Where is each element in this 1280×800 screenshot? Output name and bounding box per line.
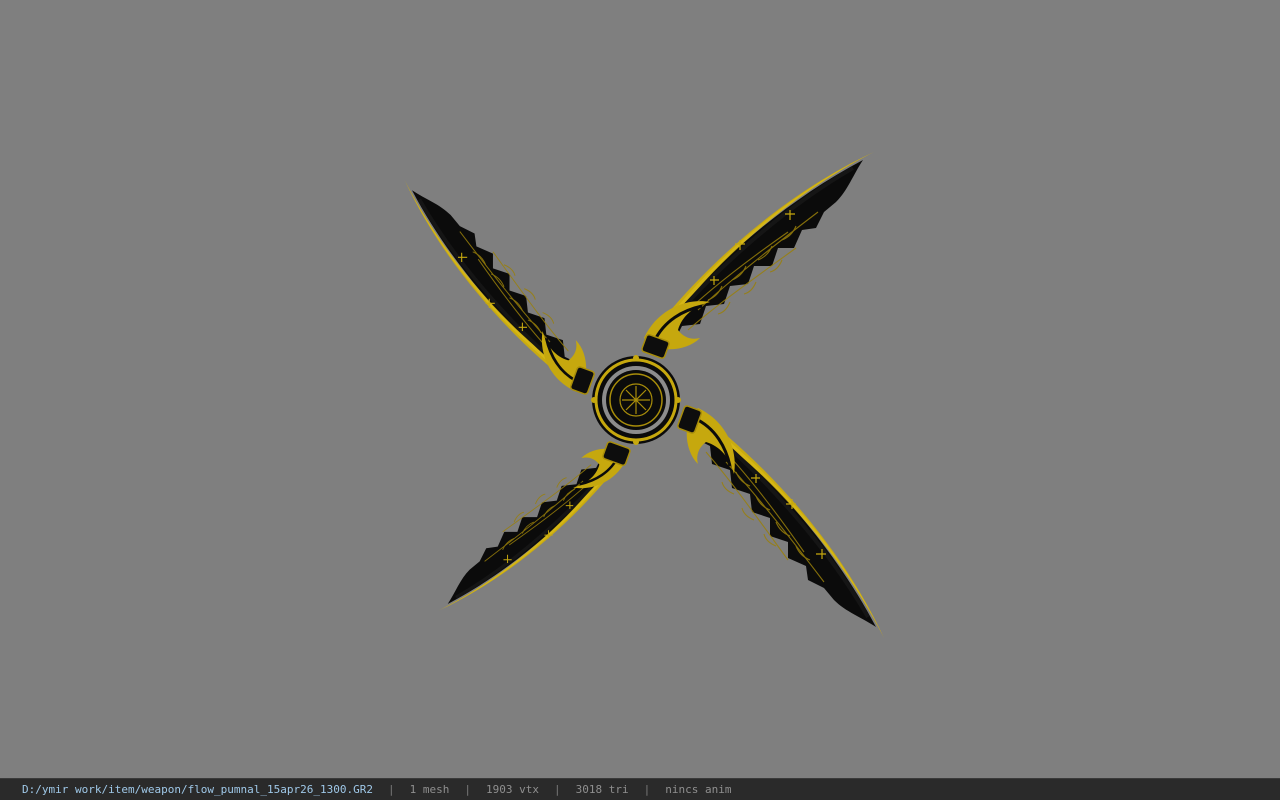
animation-status: nincs anim bbox=[665, 783, 732, 796]
separator: | bbox=[464, 783, 471, 796]
separator: | bbox=[553, 783, 561, 796]
status-bar: D:/ymir work/item/weapon/flow_pumnal_15a… bbox=[0, 778, 1280, 800]
triangle-count: 3018 tri bbox=[575, 783, 629, 796]
separator: | bbox=[388, 783, 395, 796]
vertex-count: 1903 vtx bbox=[486, 783, 539, 796]
3d-viewport[interactable] bbox=[0, 0, 1280, 778]
separator: | bbox=[643, 783, 651, 796]
mesh-count: 1 mesh bbox=[409, 783, 450, 796]
file-path: D:/ymir work/item/weapon/flow_pumnal_15a… bbox=[22, 783, 373, 796]
weapon-model-render bbox=[402, 150, 886, 640]
